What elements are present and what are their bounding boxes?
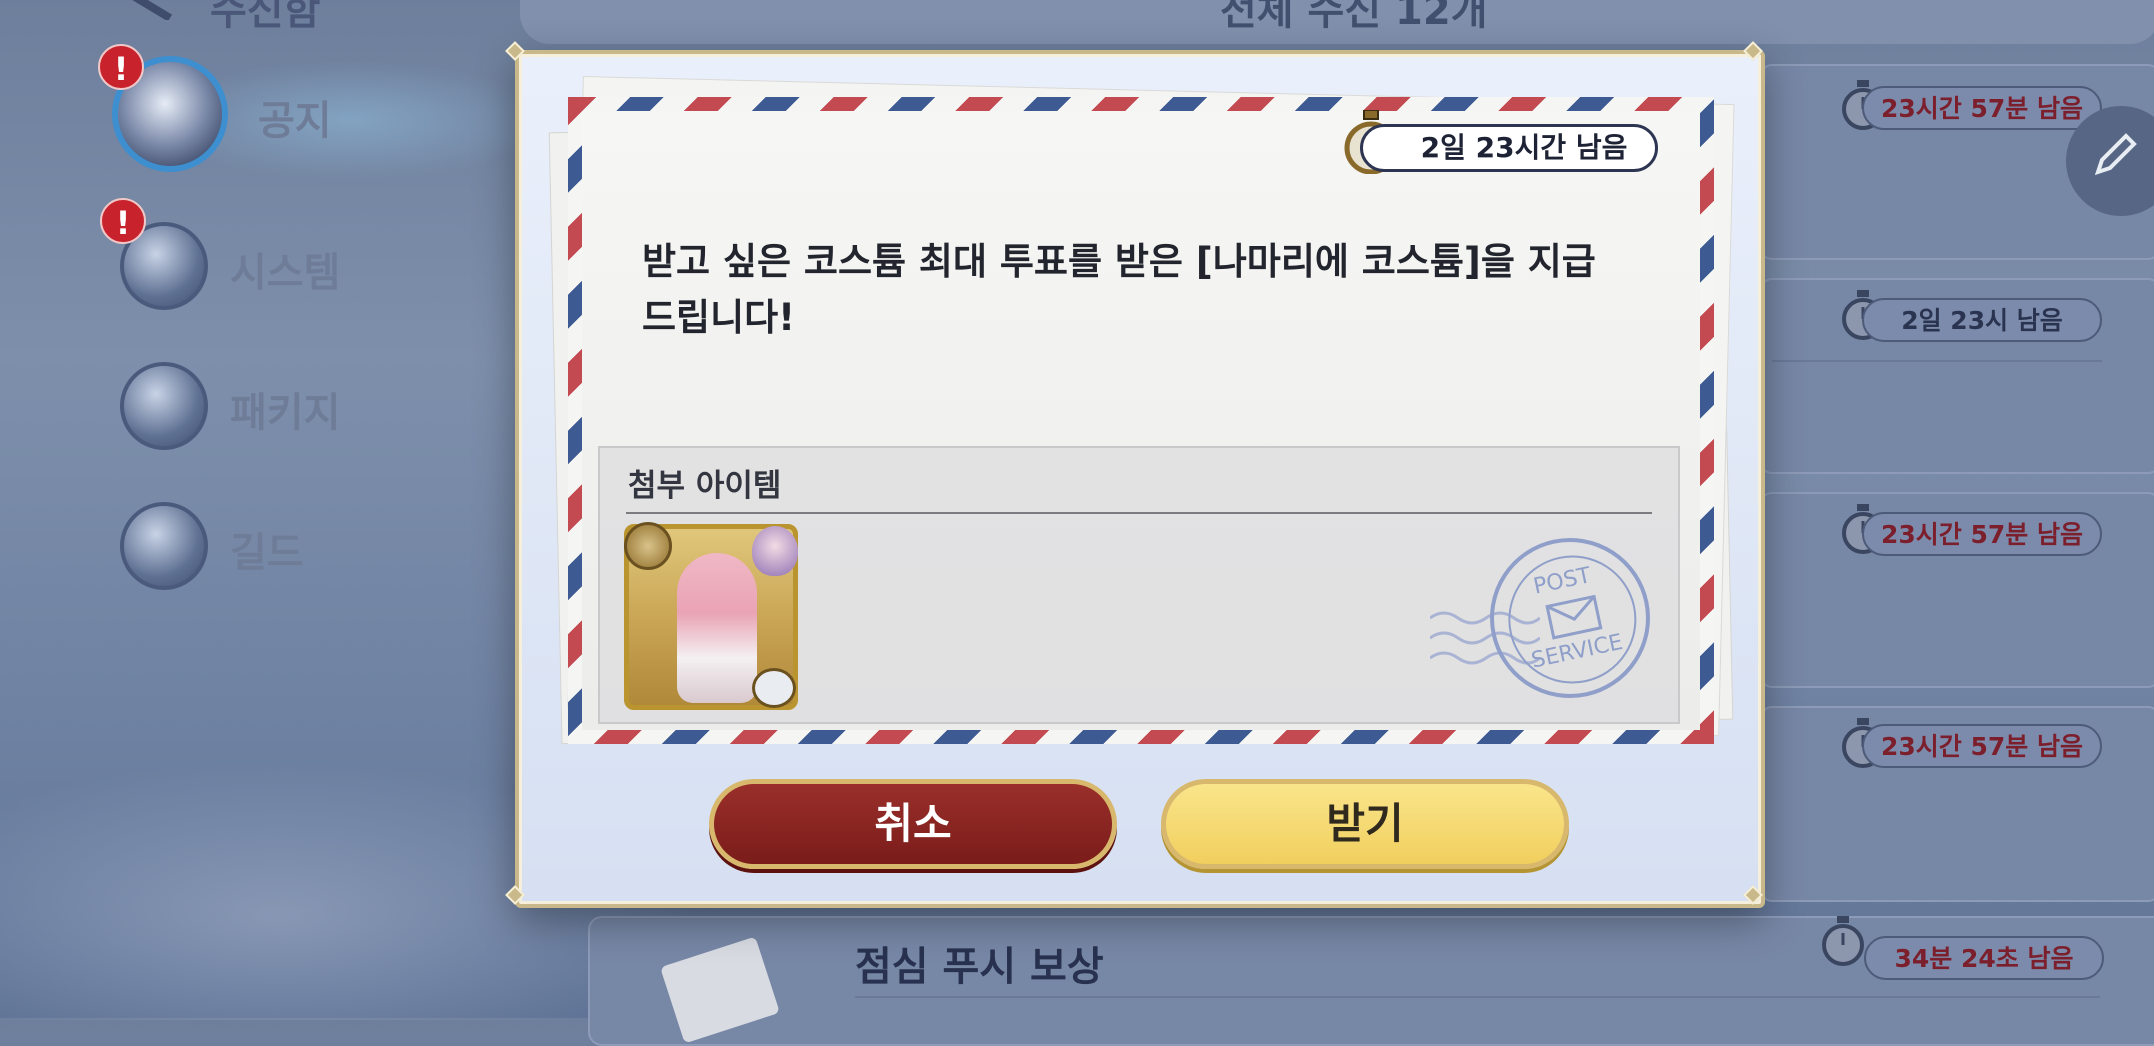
mail-timer: 23시간 57분 남음 [1862, 512, 2102, 556]
costume-figure-icon [677, 553, 757, 703]
package-icon [120, 362, 208, 450]
mail-title: 점심 푸시 보상 [855, 944, 1104, 990]
mail-timer: 23시간 57분 남음 [1862, 86, 2102, 130]
category-label: 길드 [230, 530, 304, 576]
expiry-timer-badge: 2일 23시간 남음 [1360, 124, 1658, 172]
mail-message: 받고 싶은 코스튬 최대 투표를 받은 [나마리에 코스튬]을 지급 드립니다! [642, 240, 1596, 339]
stopwatch-icon [1822, 916, 1864, 966]
edit-pencil-icon [2094, 133, 2137, 176]
card-divider [1772, 360, 2102, 362]
mail-timer: 2일 23시 남음 [1862, 298, 2102, 342]
card-divider [855, 996, 2100, 998]
mail-timer: 34분 24초 남음 [1864, 936, 2104, 980]
back-arrow-icon[interactable] [110, 0, 180, 20]
receive-button[interactable]: 받기 [1161, 779, 1569, 869]
mail-count: 전체 수신 12개 [1220, 0, 1488, 34]
attachments-title: 첨부 아이템 [628, 468, 782, 504]
category-label: 패키지 [230, 390, 341, 436]
attachments-divider [626, 512, 1652, 514]
category-package[interactable]: 패키지 [120, 362, 460, 462]
alert-badge: ! [98, 44, 144, 90]
mail-timer: 23시간 57분 남음 [1862, 724, 2102, 768]
category-notice[interactable]: ! 공지 [98, 44, 460, 172]
category-label: 시스템 [230, 250, 341, 296]
inbox-title: 수신함 [210, 0, 321, 34]
mail-item[interactable]: 23시간 57분 남음 [1760, 706, 2154, 902]
alert-badge: ! [100, 198, 146, 244]
mail-item[interactable]: 2일 23시 남음 [1760, 278, 2154, 474]
character-portrait-icon [752, 526, 798, 576]
item-grade-icon [752, 668, 796, 708]
guild-icon [120, 502, 208, 590]
category-guild[interactable]: 길드 [120, 502, 460, 602]
category-system[interactable]: ! 시스템 [100, 198, 460, 322]
item-type-icon [624, 522, 672, 570]
mail-item[interactable]: 23시간 57분 남음 [1760, 492, 2154, 688]
category-label: 공지 [258, 98, 332, 144]
cancel-button[interactable]: 취소 [709, 779, 1117, 869]
